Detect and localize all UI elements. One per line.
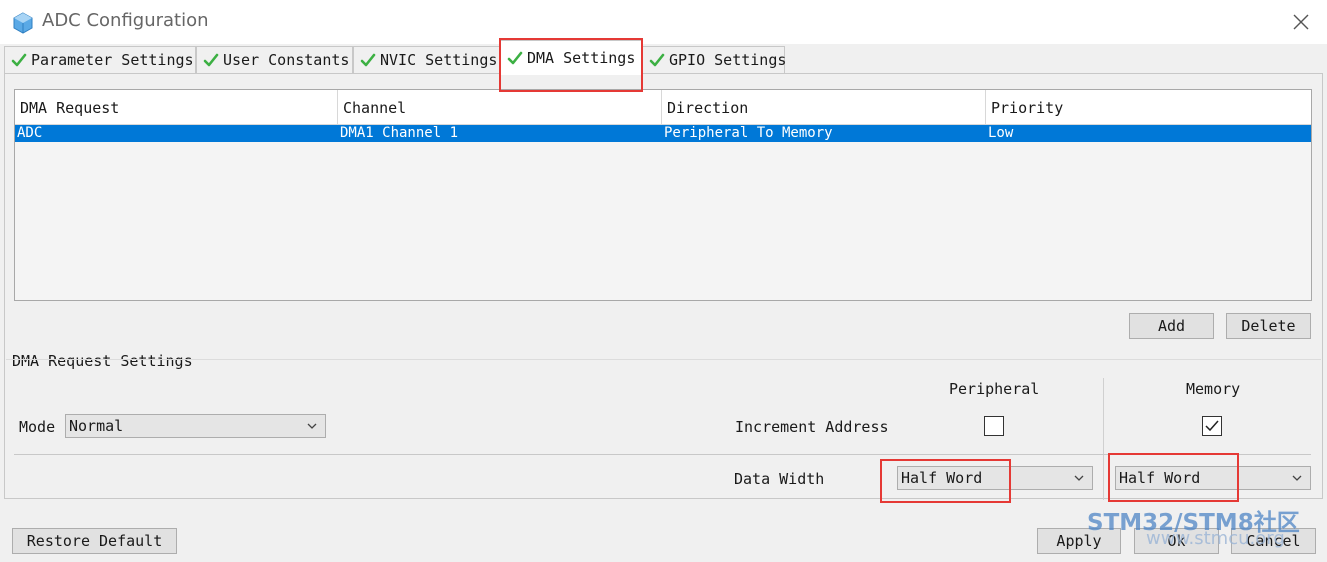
column-divider bbox=[1103, 378, 1104, 500]
checkmark-icon bbox=[1205, 420, 1219, 432]
cell-direction: Peripheral To Memory bbox=[664, 125, 833, 141]
tab-user-constants[interactable]: User Constants bbox=[196, 46, 353, 73]
memory-width-highlight bbox=[1108, 453, 1239, 502]
peripheral-width-highlight bbox=[880, 459, 1011, 503]
tab-gpio-settings[interactable]: GPIO Settings bbox=[642, 46, 787, 73]
column-header-priority[interactable]: Priority bbox=[986, 90, 1311, 125]
chevron-down-icon bbox=[307, 423, 317, 429]
cube-app-icon bbox=[13, 12, 33, 34]
tab-label: User Constants bbox=[223, 51, 350, 69]
increment-address-label: Increment Address bbox=[735, 418, 889, 436]
tab-label: NVIC Settings bbox=[380, 51, 498, 69]
table-row[interactable]: ADC DMA1 Channel 1 Peripheral To Memory … bbox=[15, 125, 1311, 142]
watermark-url: www.stmcu.org bbox=[1146, 528, 1285, 549]
chevron-down-icon bbox=[1292, 475, 1302, 481]
tab-label: GPIO Settings bbox=[669, 51, 787, 69]
mode-value: Normal bbox=[69, 417, 124, 435]
mode-select[interactable]: Normal bbox=[65, 414, 326, 438]
table-header: DMA Request Channel Direction Priority bbox=[15, 90, 1311, 125]
section-title: DMA Request Settings bbox=[12, 352, 193, 370]
peripheral-increment-checkbox[interactable] bbox=[984, 416, 1004, 436]
close-icon[interactable] bbox=[1286, 8, 1316, 36]
tab-parameter-settings[interactable]: Parameter Settings bbox=[4, 46, 196, 73]
restore-default-button[interactable]: Restore Default bbox=[12, 528, 177, 554]
delete-button[interactable]: Delete bbox=[1226, 313, 1311, 339]
memory-header: Memory bbox=[1186, 380, 1241, 398]
chevron-down-icon bbox=[1074, 475, 1084, 481]
mode-label: Mode bbox=[19, 418, 56, 436]
tab-label: Parameter Settings bbox=[31, 51, 194, 69]
check-icon bbox=[203, 53, 219, 67]
column-header-channel[interactable]: Channel bbox=[338, 90, 662, 125]
dma-tab-highlight bbox=[499, 38, 643, 92]
section-divider bbox=[6, 359, 1321, 360]
tab-nvic-settings[interactable]: NVIC Settings bbox=[353, 46, 500, 73]
check-icon bbox=[649, 53, 665, 67]
dma-request-table: DMA Request Channel Direction Priority A… bbox=[14, 89, 1312, 301]
column-header-direction[interactable]: Direction bbox=[662, 90, 986, 125]
check-icon bbox=[11, 53, 27, 67]
memory-increment-checkbox[interactable] bbox=[1202, 416, 1222, 436]
data-width-label: Data Width bbox=[734, 470, 825, 488]
cell-priority: Low bbox=[988, 125, 1014, 141]
peripheral-header: Peripheral bbox=[949, 380, 1040, 398]
column-header-dma-request[interactable]: DMA Request bbox=[15, 90, 338, 125]
window-title: ADC Configuration bbox=[42, 10, 209, 31]
cell-dma-request: ADC bbox=[17, 125, 43, 141]
cell-channel: DMA1 Channel 1 bbox=[340, 125, 459, 141]
add-button[interactable]: Add bbox=[1129, 313, 1214, 339]
check-icon bbox=[360, 53, 376, 67]
